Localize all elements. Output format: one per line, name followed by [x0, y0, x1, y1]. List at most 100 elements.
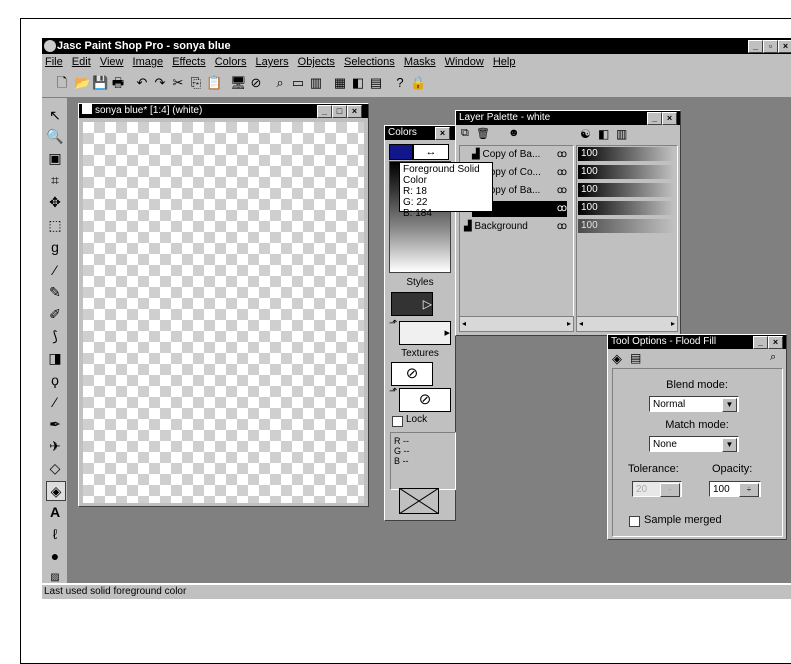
color-replacer-tool-icon[interactable]: ⟆: [46, 327, 64, 345]
menu-objects[interactable]: Objects: [298, 54, 335, 71]
swap-textures-icon[interactable]: ⬏: [389, 386, 397, 397]
visibility-icon[interactable]: ꝏ: [557, 183, 567, 199]
menu-layers[interactable]: Layers: [256, 54, 289, 71]
picture-tube-tool-icon[interactable]: ✒: [46, 415, 64, 433]
visibility-icon[interactable]: ꝏ: [557, 219, 567, 235]
text-tool-icon[interactable]: A: [46, 503, 64, 521]
overview-icon[interactable]: ▦: [332, 75, 348, 91]
preset-shapes-tool-icon[interactable]: ●: [46, 547, 64, 565]
menu-edit[interactable]: Edit: [72, 54, 91, 71]
image-canvas[interactable]: [83, 122, 364, 503]
menu-image[interactable]: Image: [133, 54, 164, 71]
airbrush-tool-icon[interactable]: ✈: [46, 437, 64, 455]
options-tab-icon[interactable]: ▤: [630, 351, 641, 365]
doc-close-button[interactable]: ×: [347, 105, 362, 118]
undo-icon[interactable]: ↶: [134, 75, 150, 91]
visibility-icon[interactable]: ꝏ: [557, 201, 567, 217]
opacity-bar[interactable]: 100: [578, 165, 674, 179]
full-screen-icon[interactable]: ▤: [368, 75, 384, 91]
visibility-icon[interactable]: ꝏ: [557, 147, 567, 163]
lock-tab-icon[interactable]: ▥: [616, 127, 627, 141]
retouch-tool-icon[interactable]: ◨: [46, 349, 64, 367]
flood-fill-tool-icon[interactable]: ◇: [46, 459, 64, 477]
save-icon[interactable]: 💾: [92, 75, 108, 91]
document-window[interactable]: sonya blue* [1:4] (white) _ □ ×: [78, 103, 369, 507]
blend-tab-icon[interactable]: ◧: [598, 127, 609, 141]
lasso-tool-icon[interactable]: ɡ: [46, 238, 64, 256]
swap-styles-icon[interactable]: ⬏: [389, 318, 397, 329]
deform-tool-icon[interactable]: ▣: [46, 149, 64, 167]
opacity-bar[interactable]: 100: [578, 183, 674, 197]
layer-list-hscrollbar[interactable]: ◂ ▸: [459, 316, 574, 332]
doc-minimize-button[interactable]: _: [317, 105, 332, 118]
doc-maximize-button[interactable]: □: [332, 105, 347, 118]
menu-masks[interactable]: Masks: [404, 54, 436, 71]
mover-tool-icon[interactable]: ✥: [46, 193, 64, 211]
dropper-tool-icon[interactable]: ⁄: [46, 261, 64, 279]
restore-button[interactable]: ▫: [763, 40, 778, 53]
chevron-down-icon[interactable]: ▼: [722, 398, 737, 412]
tool-options-minimize-button[interactable]: _: [753, 336, 768, 349]
background-texture-none-icon[interactable]: ⊘: [399, 388, 451, 412]
context-help-icon[interactable]: ?: [392, 75, 408, 91]
menu-selections[interactable]: Selections: [344, 54, 395, 71]
close-button[interactable]: ×: [778, 40, 791, 53]
swap-colors-icon[interactable]: ↔: [413, 144, 449, 160]
flood-fill-tab-icon[interactable]: ◈: [612, 351, 622, 367]
new-file-icon[interactable]: 🗋: [54, 75, 70, 91]
opacity-bar[interactable]: 100: [578, 147, 674, 161]
pin-icon[interactable]: ⌕: [770, 351, 776, 364]
opacity-stepper[interactable]: 100 ÷: [709, 481, 761, 497]
match-mode-select[interactable]: None ▼: [649, 436, 739, 452]
layer-palette-close-button[interactable]: ×: [662, 112, 677, 125]
stop-icon[interactable]: ⊘: [248, 75, 264, 91]
opacity-bar[interactable]: 100: [578, 201, 674, 215]
minimize-button[interactable]: _: [748, 40, 763, 53]
menu-colors[interactable]: Colors: [215, 54, 247, 71]
foreground-swatch[interactable]: [389, 144, 413, 160]
layer-row[interactable]: ▟ Copy of Ba... ꝏ: [472, 147, 567, 163]
copy-icon[interactable]: ⎘: [188, 75, 204, 91]
blend-mode-select[interactable]: Normal ▼: [649, 396, 739, 412]
foreground-style-swatch[interactable]: ▷: [391, 292, 433, 316]
draw-tool-icon[interactable]: ℓ: [46, 525, 64, 543]
lock-icon[interactable]: 🔒: [410, 75, 426, 91]
sample-merged-checkbox[interactable]: [629, 516, 640, 527]
menu-file[interactable]: File: [45, 54, 63, 71]
lock-checkbox[interactable]: [392, 416, 403, 427]
tolerance-stepper[interactable]: 20 ÷: [632, 481, 682, 497]
opacity-bar[interactable]: 100: [578, 219, 674, 233]
background-style-swatch[interactable]: ▸: [399, 321, 451, 345]
visibility-icon[interactable]: ꝏ: [557, 165, 567, 181]
spinner-icon[interactable]: ÷: [739, 483, 759, 497]
opacity-tab-icon[interactable]: ☯: [580, 127, 591, 141]
tool-options-close-button[interactable]: ×: [768, 336, 783, 349]
toolbar-palette-icon[interactable]: ▭: [290, 75, 306, 91]
chevron-down-icon[interactable]: ▼: [722, 438, 737, 452]
layer-palette-icon[interactable]: ◧: [350, 75, 366, 91]
screen-capture-icon[interactable]: 🖥: [230, 75, 247, 91]
clone-brush-tool-icon[interactable]: ✐: [46, 305, 64, 323]
properties-hscrollbar[interactable]: ◂ ▸: [576, 316, 678, 332]
arrow-tool-icon[interactable]: ↖: [46, 106, 64, 124]
foreground-texture-none-icon[interactable]: ⊘: [391, 362, 433, 386]
flood-fill-active-icon[interactable]: ◈: [46, 481, 66, 501]
cut-icon[interactable]: ✂: [170, 75, 186, 91]
menu-window[interactable]: Window: [445, 54, 484, 71]
scratch-remover-tool-icon[interactable]: ϙ: [46, 371, 64, 389]
menu-effects[interactable]: Effects: [172, 54, 205, 71]
spinner-icon[interactable]: ÷: [660, 483, 680, 497]
redo-icon[interactable]: ↷: [152, 75, 168, 91]
tool-palette-icon[interactable]: ⌕: [272, 75, 288, 91]
mask-icon[interactable]: ☻: [508, 127, 520, 139]
crop-tool-icon[interactable]: ⌗: [46, 171, 64, 189]
layer-palette-minimize-button[interactable]: _: [647, 112, 662, 125]
paste-icon[interactable]: 📋: [206, 75, 222, 91]
layer-row[interactable]: ▟ Background ꝏ: [464, 219, 567, 235]
menu-help[interactable]: Help: [493, 54, 516, 71]
delete-layer-icon[interactable]: 🗑: [476, 127, 490, 140]
print-icon[interactable]: 🖶: [110, 75, 126, 91]
menu-view[interactable]: View: [100, 54, 124, 71]
histogram-icon[interactable]: ▥: [308, 75, 324, 91]
eraser-tool-icon[interactable]: ⁄: [46, 393, 64, 411]
